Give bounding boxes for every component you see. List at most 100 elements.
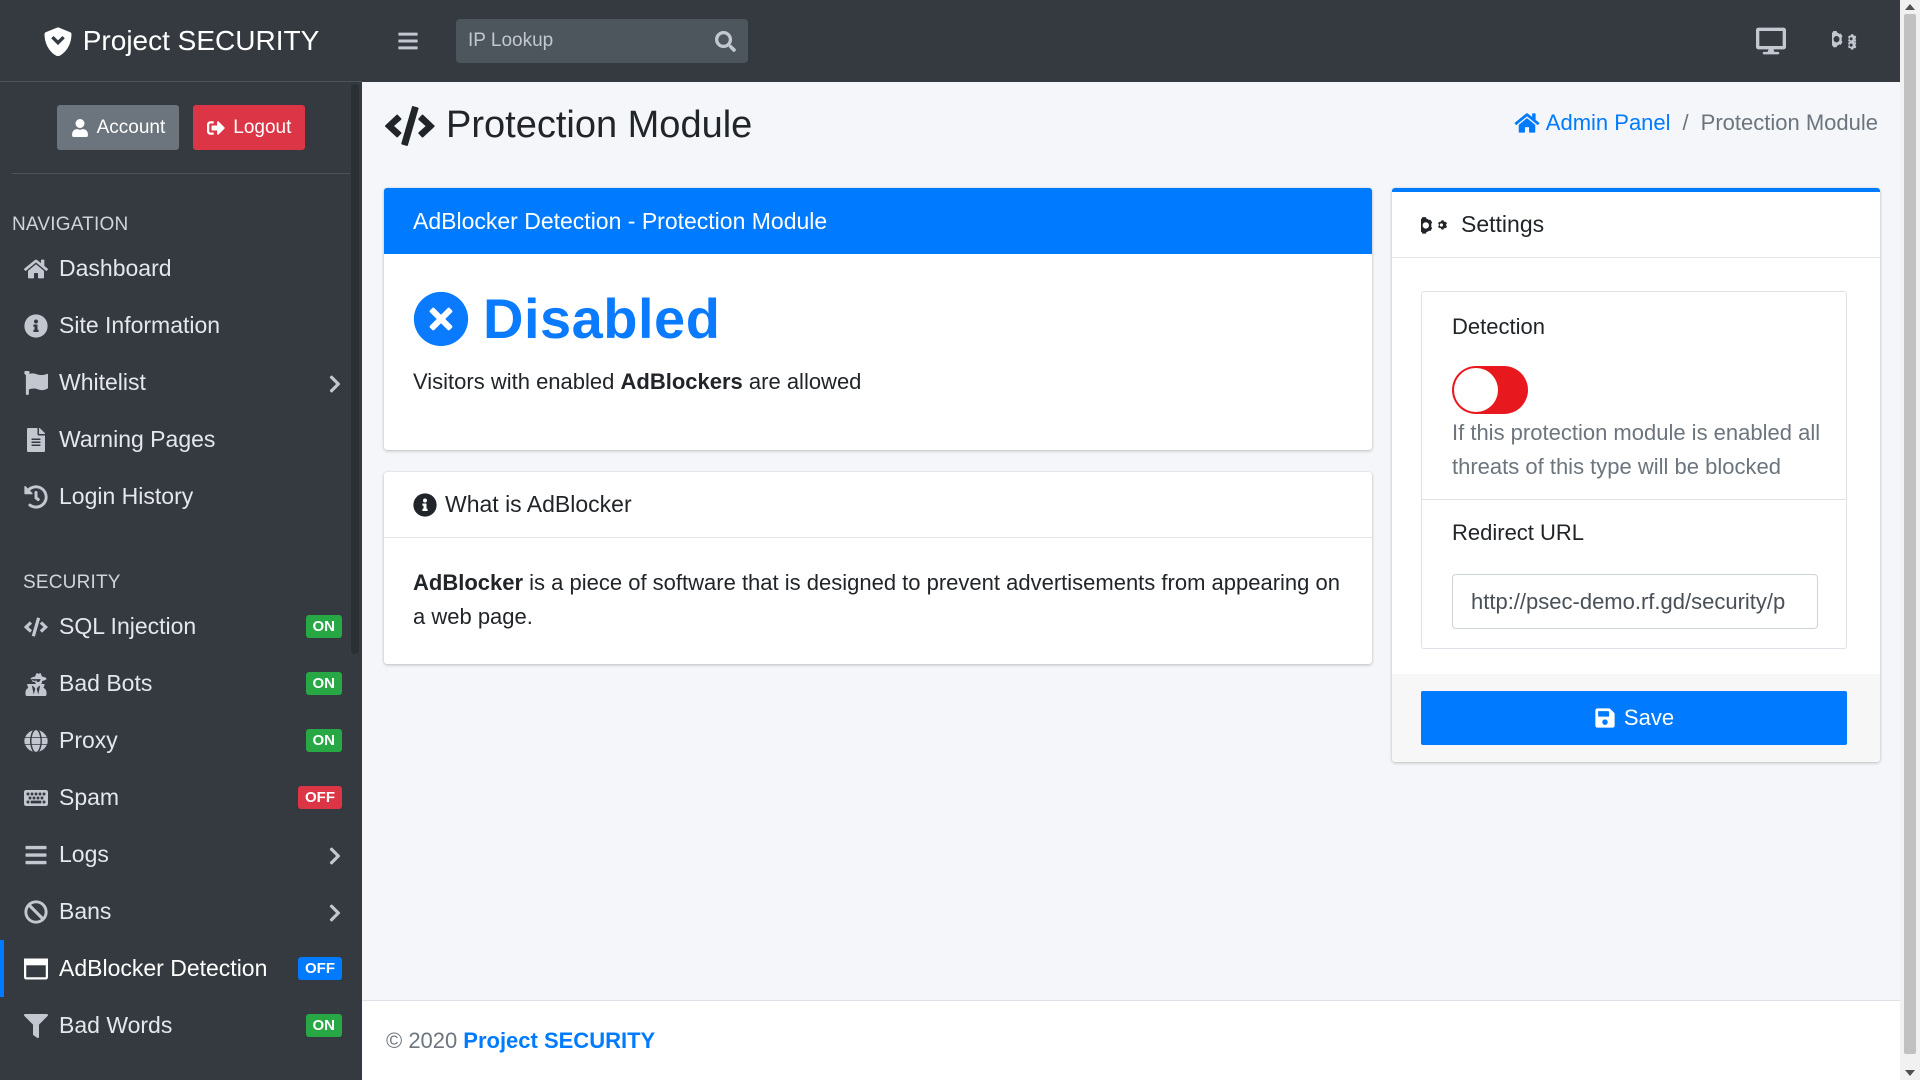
- logout-button[interactable]: Logout: [193, 105, 306, 150]
- status-badge: ON: [305, 672, 342, 695]
- chevron-right-icon: [328, 373, 342, 393]
- sidebar-item-label: Site Information: [59, 312, 221, 338]
- breadcrumb-separator: /: [1682, 110, 1689, 135]
- logout-label: Logout: [233, 116, 292, 138]
- nav-section-header: NAVIGATION: [12, 214, 129, 235]
- status-desc-bold: AdBlockers: [620, 369, 743, 394]
- sidebar-item-adblocker-detection[interactable]: AdBlocker Detection OFF: [0, 940, 362, 997]
- status-badge: ON: [305, 1014, 342, 1037]
- sidebar-item-label: Bad Bots: [59, 670, 153, 696]
- code-icon: [23, 614, 49, 640]
- sidebar-item-bad-words[interactable]: Bad Words ON: [0, 997, 362, 1054]
- code-icon: [385, 105, 435, 146]
- settings-card-header: Settings: [1392, 192, 1880, 258]
- status-badge: ON: [305, 729, 342, 752]
- user-secret-icon: [23, 671, 49, 697]
- sidebar-item-label: Bad Words: [59, 1012, 173, 1038]
- search-icon[interactable]: [715, 30, 736, 52]
- sidebar-item-label: Login History: [59, 483, 194, 509]
- list-icon: [23, 842, 49, 868]
- breadcrumb: Admin Panel / Protection Module: [1514, 110, 1878, 136]
- detection-section: Detection If this protection module is e…: [1422, 292, 1846, 500]
- flag-icon: [23, 370, 49, 396]
- sidebar-item-sql-injection[interactable]: SQL Injection ON: [0, 598, 362, 655]
- page-scrollbar[interactable]: [1900, 0, 1920, 1080]
- sign-out-icon: [207, 120, 225, 135]
- chevron-right-icon: [328, 845, 342, 865]
- footer-brand-link[interactable]: Project SECURITY: [463, 1028, 655, 1054]
- redirect-url-input[interactable]: [1452, 574, 1818, 629]
- sidebar-item-label: SQL Injection: [59, 613, 197, 639]
- status-desc-prefix: Visitors with enabled: [413, 369, 615, 394]
- status-description: Visitors with enabled AdBlockers are all…: [413, 369, 1372, 395]
- what-is-card: What is AdBlocker AdBlocker is a piece o…: [384, 472, 1372, 664]
- bars-icon: [398, 32, 418, 50]
- sidebar-item-site-information[interactable]: Site Information: [0, 297, 362, 354]
- info-circle-icon: [413, 492, 437, 517]
- page-title-text: Protection Module: [446, 104, 753, 146]
- what-is-card-header: What is AdBlocker: [384, 472, 1372, 538]
- account-button[interactable]: Account: [56, 105, 180, 150]
- status-card: AdBlocker Detection - Protection Module …: [384, 188, 1372, 450]
- file-icon: [23, 427, 49, 453]
- globe-icon: [23, 728, 49, 754]
- user-icon: [71, 118, 88, 137]
- security-section-header: SECURITY: [23, 572, 121, 593]
- sidebar-item-spam[interactable]: Spam OFF: [0, 769, 362, 826]
- sidebar-item-label: Warning Pages: [59, 426, 216, 452]
- sidebar-item-login-history[interactable]: Login History: [0, 468, 362, 525]
- sidebar-item-proxy[interactable]: Proxy ON: [0, 712, 362, 769]
- sidebar-item-label: Spam: [59, 784, 120, 810]
- settings-form: Detection If this protection module is e…: [1421, 291, 1847, 649]
- desktop-icon[interactable]: [1756, 27, 1786, 55]
- sidebar-item-dashboard[interactable]: Dashboard: [0, 240, 362, 297]
- cogs-icon[interactable]: [1832, 27, 1862, 55]
- sidebar-item-warning-pages[interactable]: Warning Pages: [0, 411, 362, 468]
- settings-card-title: Settings: [1461, 211, 1545, 237]
- page-footer: © 2020 Project SECURITY: [362, 1000, 1900, 1080]
- status-badge: OFF: [298, 786, 342, 809]
- user-panel: Account Logout: [12, 82, 350, 174]
- topbar-actions: [1756, 27, 1862, 55]
- scroll-down-arrow[interactable]: [1905, 1070, 1915, 1076]
- sidebar-item-logs[interactable]: Logs: [0, 826, 362, 883]
- sidebar-item-label: Dashboard: [59, 255, 172, 281]
- account-label: Account: [96, 116, 166, 138]
- times-circle-icon: [413, 291, 469, 346]
- status-badge: ON: [305, 615, 342, 638]
- topbar: [362, 0, 1900, 82]
- what-is-text: is a piece of software that is designed …: [413, 570, 1340, 629]
- save-icon: [1595, 708, 1615, 728]
- brand-link[interactable]: Project SECURITY: [0, 0, 362, 82]
- detection-help-text: If this protection module is enabled all…: [1452, 420, 1821, 479]
- save-button[interactable]: Save: [1421, 691, 1847, 745]
- redirect-url-label: Redirect URL: [1452, 520, 1585, 545]
- ip-lookup-search: [456, 19, 748, 63]
- sidebar: Project SECURITY Account Logout NAVIGATI…: [0, 0, 362, 1080]
- detection-label: Detection: [1452, 314, 1545, 339]
- search-input[interactable]: [468, 30, 715, 52]
- detection-toggle[interactable]: [1452, 366, 1528, 414]
- main-content: Protection Module Admin Panel / Protecti…: [362, 82, 1900, 1000]
- sidebar-scrollbar[interactable]: [351, 84, 359, 654]
- what-is-card-title: What is AdBlocker: [445, 491, 632, 517]
- what-is-bold: AdBlocker: [413, 570, 524, 595]
- toggle-knob: [1454, 368, 1498, 412]
- menu-toggle-button[interactable]: [392, 25, 424, 57]
- sidebar-item-label: AdBlocker Detection: [59, 955, 268, 981]
- status-line: Disabled: [413, 286, 1372, 351]
- save-label: Save: [1623, 705, 1675, 730]
- breadcrumb-home-link[interactable]: Admin Panel: [1514, 110, 1671, 136]
- breadcrumb-home-label: Admin Panel: [1545, 110, 1671, 135]
- info-circle-icon: [23, 313, 49, 339]
- window-icon: [23, 956, 49, 982]
- sidebar-item-whitelist[interactable]: Whitelist: [0, 354, 362, 411]
- scrollbar-thumb[interactable]: [1904, 14, 1916, 1054]
- scroll-up-arrow[interactable]: [1905, 4, 1915, 10]
- sidebar-item-bans[interactable]: Bans: [0, 883, 362, 940]
- footer-copyright: © 2020: [386, 1027, 458, 1053]
- ban-icon: [23, 899, 49, 925]
- page-title: Protection Module: [384, 104, 752, 147]
- settings-card: Settings Detection If this protection mo…: [1392, 188, 1880, 762]
- sidebar-item-bad-bots[interactable]: Bad Bots ON: [0, 655, 362, 712]
